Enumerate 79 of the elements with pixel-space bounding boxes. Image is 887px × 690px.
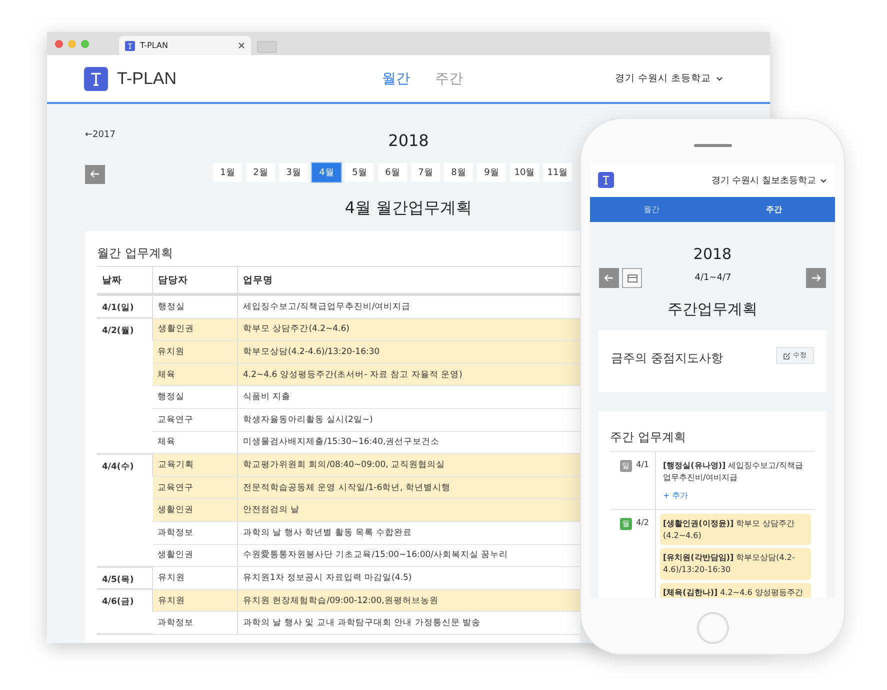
- column-header: 날짜: [97, 266, 152, 294]
- task-cell: 식품비 지출: [238, 386, 580, 408]
- column-header: 업무명: [238, 266, 580, 294]
- task-cell: 세입징수보고/직책급업무추진비/여비지급: [238, 294, 580, 318]
- month-button[interactable]: 5월: [345, 162, 374, 182]
- plan-entry: [체육(김한나)] 4.2~4.6 양성평등주간: [660, 582, 811, 598]
- edit-icon: [783, 352, 791, 360]
- previous-week-button[interactable]: [599, 268, 619, 288]
- department-cell: 유치원: [152, 589, 238, 612]
- card-title: 주간 업무계획: [610, 429, 687, 446]
- month-button[interactable]: 10월: [510, 162, 539, 182]
- department-cell: 생활인권: [152, 498, 238, 522]
- department-cell: 과학정보: [152, 521, 238, 544]
- department-cell: 교육연구: [152, 408, 238, 432]
- date-cell: 4/1(일): [97, 294, 152, 318]
- month-button[interactable]: 8월: [444, 162, 473, 182]
- plan-entry: [생활인권(이정윤)] 학부모 상담주간(4.2~4.6): [660, 514, 811, 546]
- plan-entry: [행정실(유나영)] 세입징수보고/직책급업무추진비/여비지급: [662, 460, 804, 484]
- task-cell: 학부모 상담주간(4.2~4.6): [238, 318, 580, 341]
- page-title: 주간업무계획: [666, 300, 758, 319]
- task-cell: 유치원1차 정보공시 자료입력 마감일(4.5): [238, 566, 580, 590]
- brand-name: T-PLAN: [117, 68, 177, 88]
- task-cell: 학생자율동아리활동 실시(2일~): [238, 408, 580, 432]
- task-cell: 수원愛통통자원봉사단 기초교육/15:00~16:00/사회복지실 꿈누리: [238, 544, 580, 567]
- day-date: 4/2: [636, 518, 649, 530]
- task-cell: 학부모상담(4.2-4.6)/13:20-16:30: [238, 340, 580, 364]
- task-cell: 안전점검의 날: [238, 498, 580, 522]
- school-selector[interactable]: 경기 수원시 칠보초등학교: [711, 174, 827, 186]
- department-cell: 유치원: [152, 566, 238, 590]
- next-week-button[interactable]: [806, 268, 826, 288]
- page-title: 4월 월간업무계획: [344, 198, 472, 217]
- department-cell: 생활인권: [152, 318, 238, 341]
- month-button[interactable]: 9월: [477, 162, 506, 182]
- month-button[interactable]: 3월: [279, 162, 308, 182]
- task-cell: 전문적학습공동체 운영 시작일/1-6학년, 학년별시행: [238, 476, 580, 499]
- month-button[interactable]: 6월: [378, 162, 407, 182]
- department-cell: 교육연구: [152, 476, 238, 499]
- app-logo-icon: [598, 172, 614, 188]
- date-cell: 4/5(목): [97, 566, 152, 590]
- browser-tab[interactable]: T-PLAN: [119, 36, 251, 55]
- task-cell: 과학의 날 행사 및 교내 과학탐구대회 안내 가정통신문 발송: [238, 612, 580, 634]
- card-title: 금주의 중점지도사항: [611, 350, 723, 367]
- plan-entry: [유치원(각반담임)] 학부모상담(4.2-4.6)/13:20-16:30: [660, 548, 811, 580]
- caret-icon: [716, 76, 723, 81]
- month-button[interactable]: 1월: [213, 162, 242, 182]
- calendar-button[interactable]: [622, 268, 642, 288]
- department-cell: 행정실: [152, 386, 238, 408]
- task-cell: 학교평가위원회 회의/08:40~09:00, 교직원협의실: [238, 454, 580, 476]
- tab-logo-icon: [125, 40, 135, 50]
- add-link[interactable]: + 추가: [660, 490, 811, 506]
- month-button[interactable]: 2월: [246, 162, 275, 182]
- close-icon: [238, 42, 245, 49]
- day-date: 4/1: [636, 460, 649, 471]
- nav-tab[interactable]: 주간: [712, 197, 835, 222]
- month-button[interactable]: 7월: [411, 162, 440, 182]
- department-cell: 체육: [152, 363, 238, 386]
- year-label: 2018: [692, 245, 733, 263]
- department-cell: 교육기획: [152, 454, 238, 476]
- card-title: 월간 업무계획: [97, 245, 174, 262]
- back-button[interactable]: [85, 164, 105, 184]
- month-button[interactable]: 4월: [312, 162, 341, 182]
- column-header: 담당자: [152, 266, 238, 294]
- previous-year-link[interactable]: ←2017: [85, 130, 116, 140]
- month-button[interactable]: 11월: [543, 162, 572, 182]
- school-selector[interactable]: 경기 수원시 초등학교: [614, 72, 723, 85]
- nav-tab[interactable]: 월간: [382, 70, 410, 88]
- app-logo-icon: [84, 66, 108, 90]
- calendar-icon: [626, 272, 638, 284]
- task-cell: 4.2~4.6 양성평등주간(초서버- 자료 참고 자율적 운영): [238, 363, 580, 386]
- year-label: 2018: [388, 131, 429, 150]
- department-cell: 생활인권: [152, 544, 238, 567]
- task-cell: 유치원 현장체험학습/09:00-12:00,원평허브농원: [238, 589, 580, 612]
- task-cell: 과학의 날 행사 학년별 활동 목록 수합완료: [238, 521, 580, 544]
- week-range: 4/1~4/7: [694, 273, 732, 283]
- speaker-icon: [694, 144, 732, 147]
- department-cell: 과학정보: [152, 612, 238, 634]
- department-cell: 행정실: [152, 294, 238, 318]
- department-cell: 유치원: [152, 340, 238, 364]
- caret-icon: [820, 178, 827, 182]
